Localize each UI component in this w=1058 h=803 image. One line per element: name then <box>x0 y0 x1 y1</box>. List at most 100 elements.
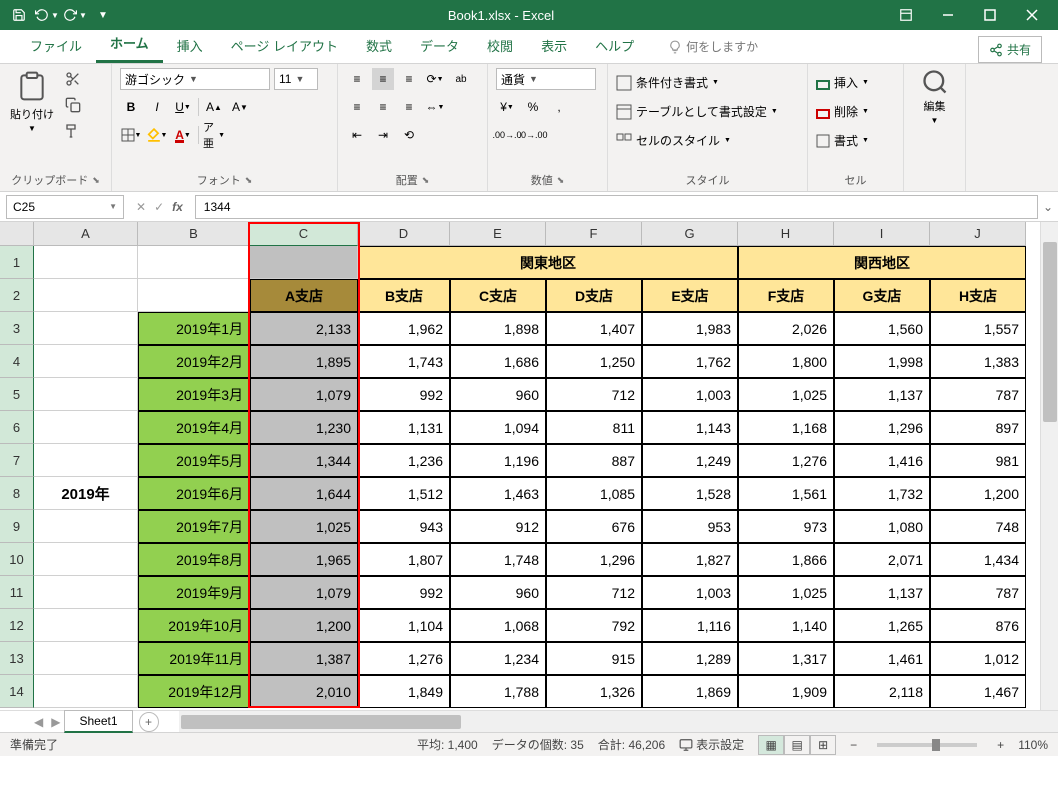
cell[interactable]: 1,168 <box>738 411 834 444</box>
tab-help[interactable]: ヘルプ <box>581 28 648 63</box>
cell[interactable]: 1,079 <box>250 378 358 411</box>
cell[interactable]: 1,866 <box>738 543 834 576</box>
cell[interactable]: 1,849 <box>358 675 450 708</box>
cell[interactable]: 2,071 <box>834 543 930 576</box>
row-header[interactable]: 13 <box>0 642 34 675</box>
zoom-slider[interactable] <box>877 743 977 747</box>
cell[interactable]: 943 <box>358 510 450 543</box>
cell[interactable]: 960 <box>450 576 546 609</box>
cell[interactable]: 2019年5月 <box>138 444 250 477</box>
dialog-launcher-icon[interactable]: ⬊ <box>557 175 565 186</box>
cell[interactable]: 1,788 <box>450 675 546 708</box>
cell[interactable]: 1,276 <box>358 642 450 675</box>
cell[interactable]: 2019年7月 <box>138 510 250 543</box>
cell[interactable]: 981 <box>930 444 1026 477</box>
column-header[interactable]: C <box>250 222 358 246</box>
font-size-combo[interactable]: 11▼ <box>274 68 318 90</box>
cell[interactable]: 関東地区 <box>358 246 738 279</box>
row-header[interactable]: 2 <box>0 279 34 312</box>
cell[interactable]: 1,998 <box>834 345 930 378</box>
fill-color-icon[interactable]: ▼ <box>146 124 168 146</box>
delete-cells-button[interactable]: 削除▼ <box>816 101 869 122</box>
cell[interactable]: 1,200 <box>250 609 358 642</box>
row-header[interactable]: 9 <box>0 510 34 543</box>
align-center-icon[interactable]: ≡ <box>372 96 394 118</box>
cell[interactable]: 1,012 <box>930 642 1026 675</box>
align-bottom-icon[interactable]: ≡ <box>398 68 420 90</box>
cell[interactable]: 2019年 <box>34 477 138 510</box>
conditional-format-button[interactable]: 条件付き書式▼ <box>616 72 778 93</box>
cell[interactable]: 1,416 <box>834 444 930 477</box>
cell[interactable]: 1,344 <box>250 444 358 477</box>
cell[interactable]: 1,463 <box>450 477 546 510</box>
orientation-icon[interactable]: ⟳▼ <box>424 68 446 90</box>
page-layout-view-icon[interactable]: ▤ <box>784 735 810 755</box>
column-header[interactable]: F <box>546 222 642 246</box>
cell[interactable]: 1,085 <box>546 477 642 510</box>
cell[interactable]: 676 <box>546 510 642 543</box>
cell[interactable]: 1,800 <box>738 345 834 378</box>
cell[interactable]: 811 <box>546 411 642 444</box>
increase-indent-icon[interactable]: ⇥ <box>372 124 394 146</box>
cell[interactable]: 1,025 <box>250 510 358 543</box>
enter-formula-icon[interactable]: ✓ <box>154 200 164 214</box>
row-header[interactable]: 4 <box>0 345 34 378</box>
increase-font-icon[interactable]: A▲ <box>203 96 225 118</box>
cell[interactable] <box>138 246 250 279</box>
redo-icon[interactable]: ▼ <box>62 2 88 28</box>
cell[interactable]: C支店 <box>450 279 546 312</box>
cell[interactable]: 2019年6月 <box>138 477 250 510</box>
cell[interactable]: 1,196 <box>450 444 546 477</box>
cell[interactable]: 1,296 <box>834 411 930 444</box>
cell[interactable]: 1,909 <box>738 675 834 708</box>
cell[interactable]: 1,317 <box>738 642 834 675</box>
cell[interactable]: 1,137 <box>834 378 930 411</box>
row-header[interactable]: 5 <box>0 378 34 411</box>
cell[interactable]: 876 <box>930 609 1026 642</box>
fx-icon[interactable]: fx <box>172 200 183 214</box>
cell[interactable] <box>138 279 250 312</box>
cell[interactable]: 897 <box>930 411 1026 444</box>
cell[interactable]: 2019年11月 <box>138 642 250 675</box>
normal-view-icon[interactable]: ▦ <box>758 735 784 755</box>
sheet-nav-next-icon[interactable]: ▶ <box>47 715 64 729</box>
cell[interactable]: 1,644 <box>250 477 358 510</box>
cell[interactable]: 2019年1月 <box>138 312 250 345</box>
cell[interactable]: 1,140 <box>738 609 834 642</box>
cell[interactable]: 792 <box>546 609 642 642</box>
cell[interactable] <box>34 510 138 543</box>
cell[interactable]: 1,827 <box>642 543 738 576</box>
cell[interactable]: 1,236 <box>358 444 450 477</box>
bold-button[interactable]: B <box>120 96 142 118</box>
column-header[interactable]: A <box>34 222 138 246</box>
cell[interactable]: 1,895 <box>250 345 358 378</box>
tab-view[interactable]: 表示 <box>527 28 581 63</box>
cell[interactable]: 2,118 <box>834 675 930 708</box>
row-header[interactable]: 14 <box>0 675 34 708</box>
cell[interactable]: 2019年4月 <box>138 411 250 444</box>
wrap-text-icon[interactable]: ab <box>450 68 472 90</box>
comma-icon[interactable]: , <box>548 96 570 118</box>
align-middle-icon[interactable]: ≡ <box>372 68 394 90</box>
cell[interactable]: 1,025 <box>738 378 834 411</box>
cell[interactable] <box>34 279 138 312</box>
cell[interactable]: 1,080 <box>834 510 930 543</box>
cell[interactable]: 1,326 <box>546 675 642 708</box>
cell[interactable]: 1,234 <box>450 642 546 675</box>
cell[interactable]: 953 <box>642 510 738 543</box>
cell[interactable]: 1,276 <box>738 444 834 477</box>
cell[interactable]: 1,296 <box>546 543 642 576</box>
row-header[interactable]: 11 <box>0 576 34 609</box>
ribbon-display-icon[interactable] <box>886 2 926 28</box>
cell[interactable]: 1,131 <box>358 411 450 444</box>
column-header[interactable]: B <box>138 222 250 246</box>
display-settings-button[interactable]: 表示設定 <box>679 736 744 753</box>
cell[interactable] <box>34 642 138 675</box>
cell[interactable]: 2,026 <box>738 312 834 345</box>
tab-review[interactable]: 校閲 <box>473 28 527 63</box>
cut-icon[interactable] <box>62 68 84 90</box>
cell[interactable]: 1,289 <box>642 642 738 675</box>
cell[interactable]: 973 <box>738 510 834 543</box>
cell[interactable]: 1,898 <box>450 312 546 345</box>
column-header[interactable]: J <box>930 222 1026 246</box>
